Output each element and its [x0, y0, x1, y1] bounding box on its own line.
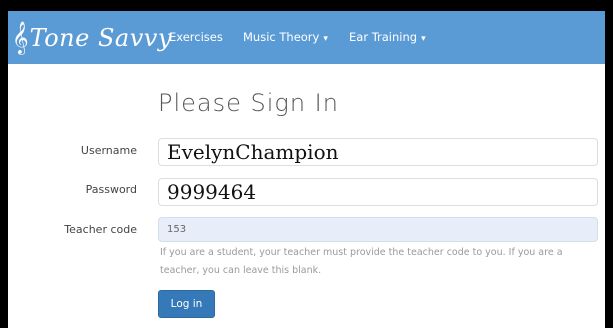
password-label: Password: [85, 183, 137, 196]
page-title: Please Sign In: [158, 89, 339, 117]
brand-name: Tone Savvy: [29, 24, 172, 52]
login-button[interactable]: Log in: [158, 290, 215, 318]
password-field[interactable]: 9999464: [158, 178, 598, 206]
nav-exercises[interactable]: Exercises: [169, 30, 223, 44]
teacher-code-help-text: If you are a student, your teacher must …: [160, 247, 563, 276]
nav-ear-training-dropdown[interactable]: Ear Training ▾: [349, 30, 426, 44]
navbar: 𝄞 Tone Savvy Exercises Music Theory ▾ Ear…: [8, 11, 605, 64]
teacher-code-field[interactable]: 153: [158, 217, 598, 242]
teacher-code-value: 153: [167, 224, 187, 235]
nav-ear-training-label: Ear Training: [349, 30, 418, 44]
nav-exercises-label: Exercises: [169, 30, 223, 44]
nav-music-theory-label: Music Theory: [243, 30, 320, 44]
brand-link[interactable]: 𝄞 Tone Savvy: [12, 20, 172, 56]
username-value: EvelynChampion: [167, 140, 339, 164]
caret-down-icon: ▾: [323, 34, 328, 44]
teacher-code-label: Teacher code: [64, 223, 137, 236]
page-frame: 𝄞 Tone Savvy Exercises Music Theory ▾ Ear…: [8, 11, 605, 328]
nav-music-theory-dropdown[interactable]: Music Theory ▾: [243, 30, 328, 44]
treble-clef-icon: 𝄞: [12, 21, 29, 54]
username-label: Username: [80, 144, 137, 157]
username-field[interactable]: EvelynChampion: [158, 138, 598, 166]
password-value: 9999464: [167, 180, 257, 204]
caret-down-icon: ▾: [421, 34, 426, 44]
